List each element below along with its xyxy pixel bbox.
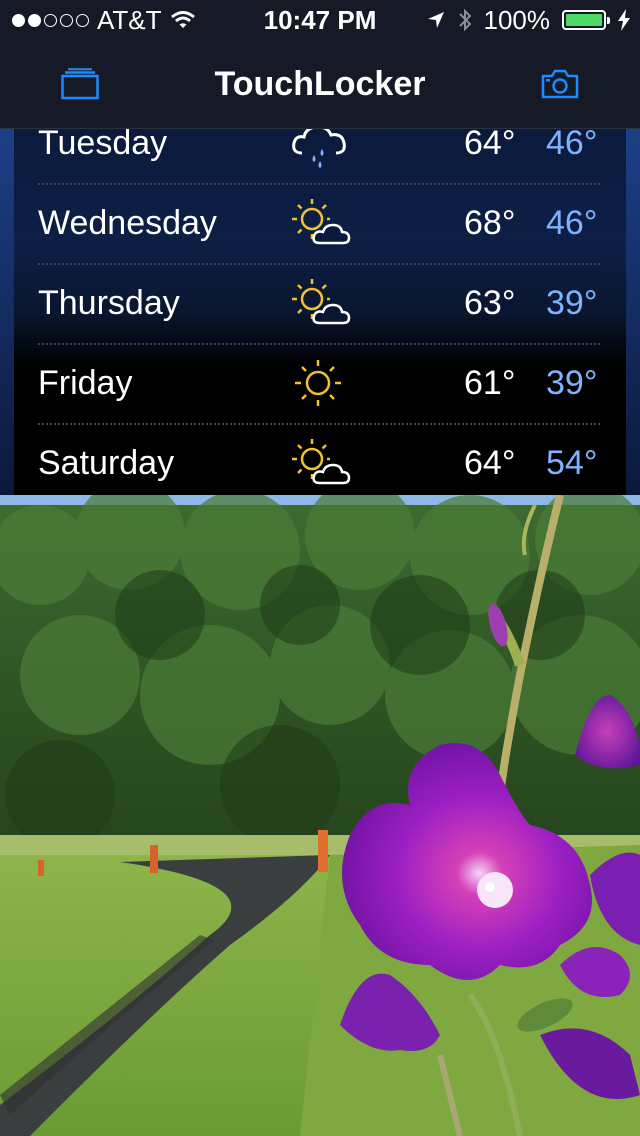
camera-icon	[541, 69, 579, 99]
forecast-high: 63°	[464, 284, 516, 322]
forecast-low: 46°	[546, 204, 598, 242]
sun-cloud-icon	[292, 279, 351, 325]
charging-bolt-icon	[618, 9, 630, 31]
forecast-row-thursday: Thursday 63° 39°	[38, 263, 600, 345]
forecast-day: Saturday	[38, 444, 175, 482]
navigation-bar: TouchLocker	[0, 40, 640, 129]
status-bar: AT&T 10:47 PM 100%	[0, 0, 640, 40]
status-left: AT&T	[12, 0, 196, 40]
forecast-low: 46°	[546, 129, 598, 162]
forecast-day: Tuesday	[38, 129, 168, 162]
forecast-day: Wednesday	[38, 204, 217, 242]
sun-cloud-icon	[292, 439, 351, 485]
forecast-high: 64°	[464, 444, 516, 482]
camera-button[interactable]	[536, 62, 584, 106]
battery-percent: 100%	[483, 4, 551, 35]
forecast-day: Friday	[38, 364, 133, 402]
status-right: 100%	[426, 0, 630, 40]
weather-forecast-panel[interactable]: Tuesday 64° 46° Wednesday 68° 46° Thursd…	[0, 129, 640, 495]
battery-icon	[562, 10, 610, 30]
sun-icon	[295, 360, 341, 406]
cloud-rain-icon	[292, 129, 346, 168]
forecast-low: 39°	[546, 364, 598, 402]
location-arrow-icon	[427, 12, 444, 28]
wifi-icon	[170, 11, 195, 28]
forecast-row-wednesday: Wednesday 68° 46°	[38, 183, 600, 265]
forecast-high: 68°	[464, 204, 516, 242]
sun-cloud-icon	[292, 199, 351, 245]
battery-level	[566, 14, 602, 26]
forecast-low: 54°	[546, 444, 598, 482]
carrier-label: AT&T	[97, 4, 162, 35]
forecast-row-tuesday: Tuesday 64° 46°	[38, 129, 600, 185]
signal-strength-icon	[12, 13, 89, 27]
forecast-row-saturday: Saturday 64° 54°	[38, 423, 600, 495]
forecast-low: 39°	[546, 284, 598, 322]
forecast-high: 64°	[464, 129, 516, 162]
background-photo[interactable]	[0, 495, 640, 1136]
forecast-row-friday: Friday 61° 39°	[38, 343, 600, 425]
flower-photo-image	[0, 495, 640, 1136]
bluetooth-icon	[458, 8, 471, 32]
forecast-high: 61°	[464, 364, 516, 402]
forecast-day: Thursday	[38, 284, 180, 322]
